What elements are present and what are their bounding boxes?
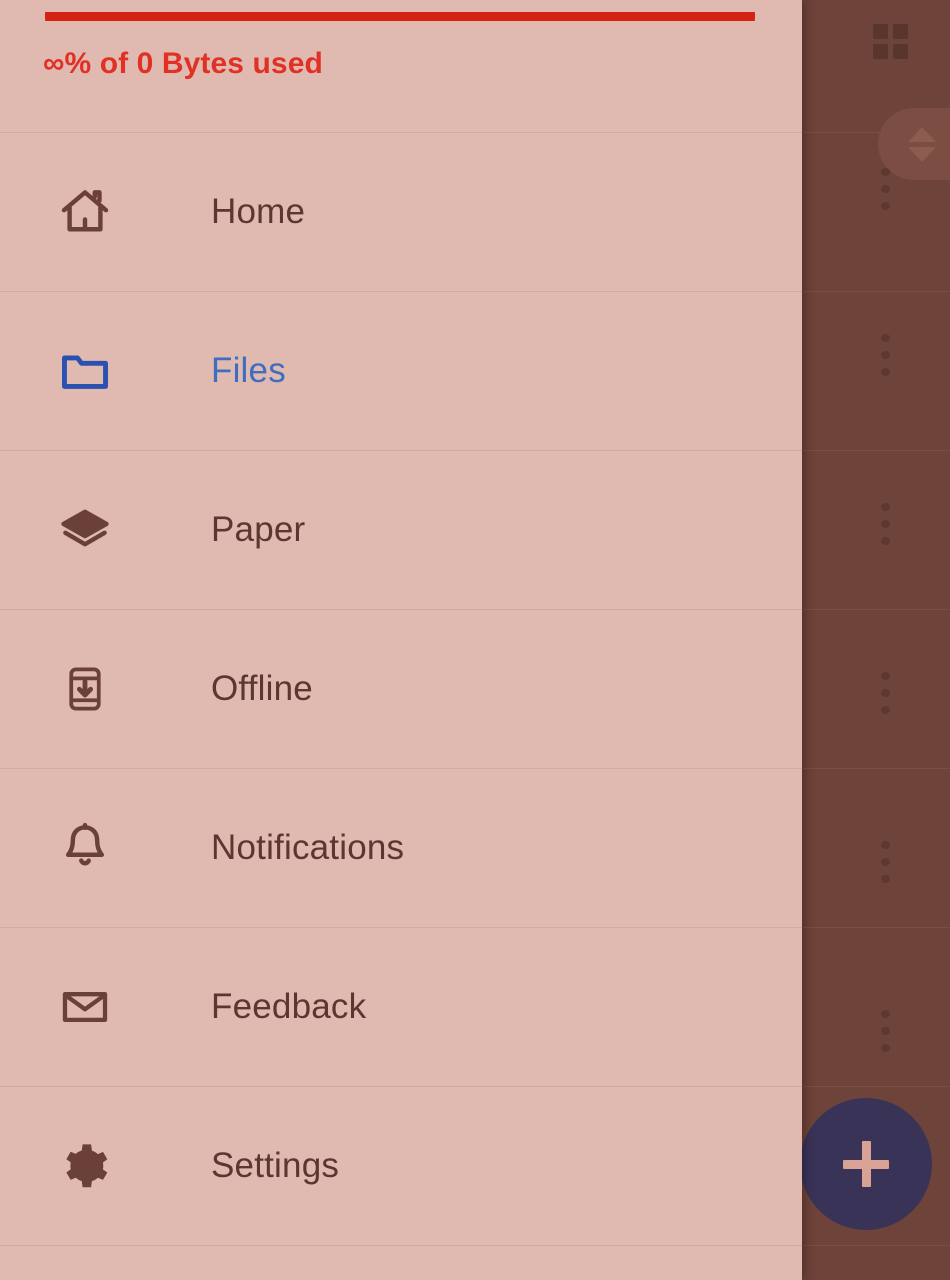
- sidebar-item-label: Notifications: [211, 828, 405, 867]
- dot: [880, 689, 890, 697]
- dot: [880, 368, 890, 376]
- sidebar-item-label: Home: [211, 192, 306, 231]
- sidebar-item-feedback[interactable]: Feedback: [0, 928, 802, 1087]
- dot: [880, 520, 890, 528]
- arrow-down-icon: [908, 146, 936, 162]
- sidebar-item-label: Offline: [211, 669, 313, 708]
- layers-icon: [52, 497, 118, 563]
- sidebar-item-home[interactable]: Home: [0, 133, 802, 292]
- sidebar-item-label: Feedback: [211, 987, 367, 1026]
- dot: [880, 1044, 890, 1052]
- more-vertical-icon[interactable]: [880, 1010, 890, 1052]
- grid-cell: [893, 24, 908, 39]
- more-vertical-icon[interactable]: [880, 841, 890, 883]
- sidebar-item-partial[interactable]: [0, 1246, 802, 1274]
- sort-arrows-icon: [908, 126, 936, 162]
- sidebar-item-files[interactable]: Files: [0, 292, 802, 451]
- sidebar-item-paper[interactable]: Paper: [0, 451, 802, 610]
- more-vertical-icon[interactable]: [880, 503, 890, 545]
- dot: [880, 1027, 890, 1035]
- dot: [880, 503, 890, 511]
- plus-icon: [843, 1141, 889, 1187]
- dot: [880, 875, 890, 883]
- envelope-icon: [52, 974, 118, 1040]
- dot: [880, 858, 890, 866]
- dot: [880, 334, 890, 342]
- device-download-icon: [52, 656, 118, 722]
- dot: [880, 537, 890, 545]
- storage-usage-section[interactable]: ∞% of 0 Bytes used: [0, 0, 802, 133]
- dot: [880, 1010, 890, 1018]
- dot: [880, 168, 890, 176]
- grid-cell: [873, 44, 888, 59]
- dot: [880, 202, 890, 210]
- dot: [880, 185, 890, 193]
- more-vertical-icon[interactable]: [880, 334, 890, 376]
- dot: [880, 351, 890, 359]
- bell-icon: [52, 815, 118, 881]
- folder-icon: [52, 338, 118, 404]
- sidebar-item-settings[interactable]: Settings: [0, 1087, 802, 1246]
- home-icon: [52, 179, 118, 245]
- more-vertical-icon[interactable]: [880, 672, 890, 714]
- add-file-fab-button[interactable]: [800, 1098, 932, 1230]
- grid-cell: [873, 24, 888, 39]
- grid-cell: [893, 44, 908, 59]
- gear-icon: [52, 1133, 118, 1199]
- dot: [880, 672, 890, 680]
- arrow-up-icon: [908, 126, 936, 142]
- sidebar-item-label: Files: [211, 351, 286, 390]
- grid-view-icon[interactable]: [873, 24, 909, 60]
- sidebar-item-label: Paper: [211, 510, 306, 549]
- storage-usage-label: ∞% of 0 Bytes used: [43, 47, 323, 80]
- dot: [880, 841, 890, 849]
- sidebar-item-label: Settings: [211, 1146, 340, 1185]
- storage-progress-fill: [45, 12, 755, 21]
- sidebar-item-offline[interactable]: Offline: [0, 610, 802, 769]
- more-vertical-icon[interactable]: [880, 168, 890, 210]
- sidebar-item-notifications[interactable]: Notifications: [0, 769, 802, 928]
- dot: [880, 706, 890, 714]
- storage-progress-track: [45, 12, 755, 21]
- navigation-drawer: ∞% of 0 Bytes used Home Files Paper Offl…: [0, 0, 802, 1280]
